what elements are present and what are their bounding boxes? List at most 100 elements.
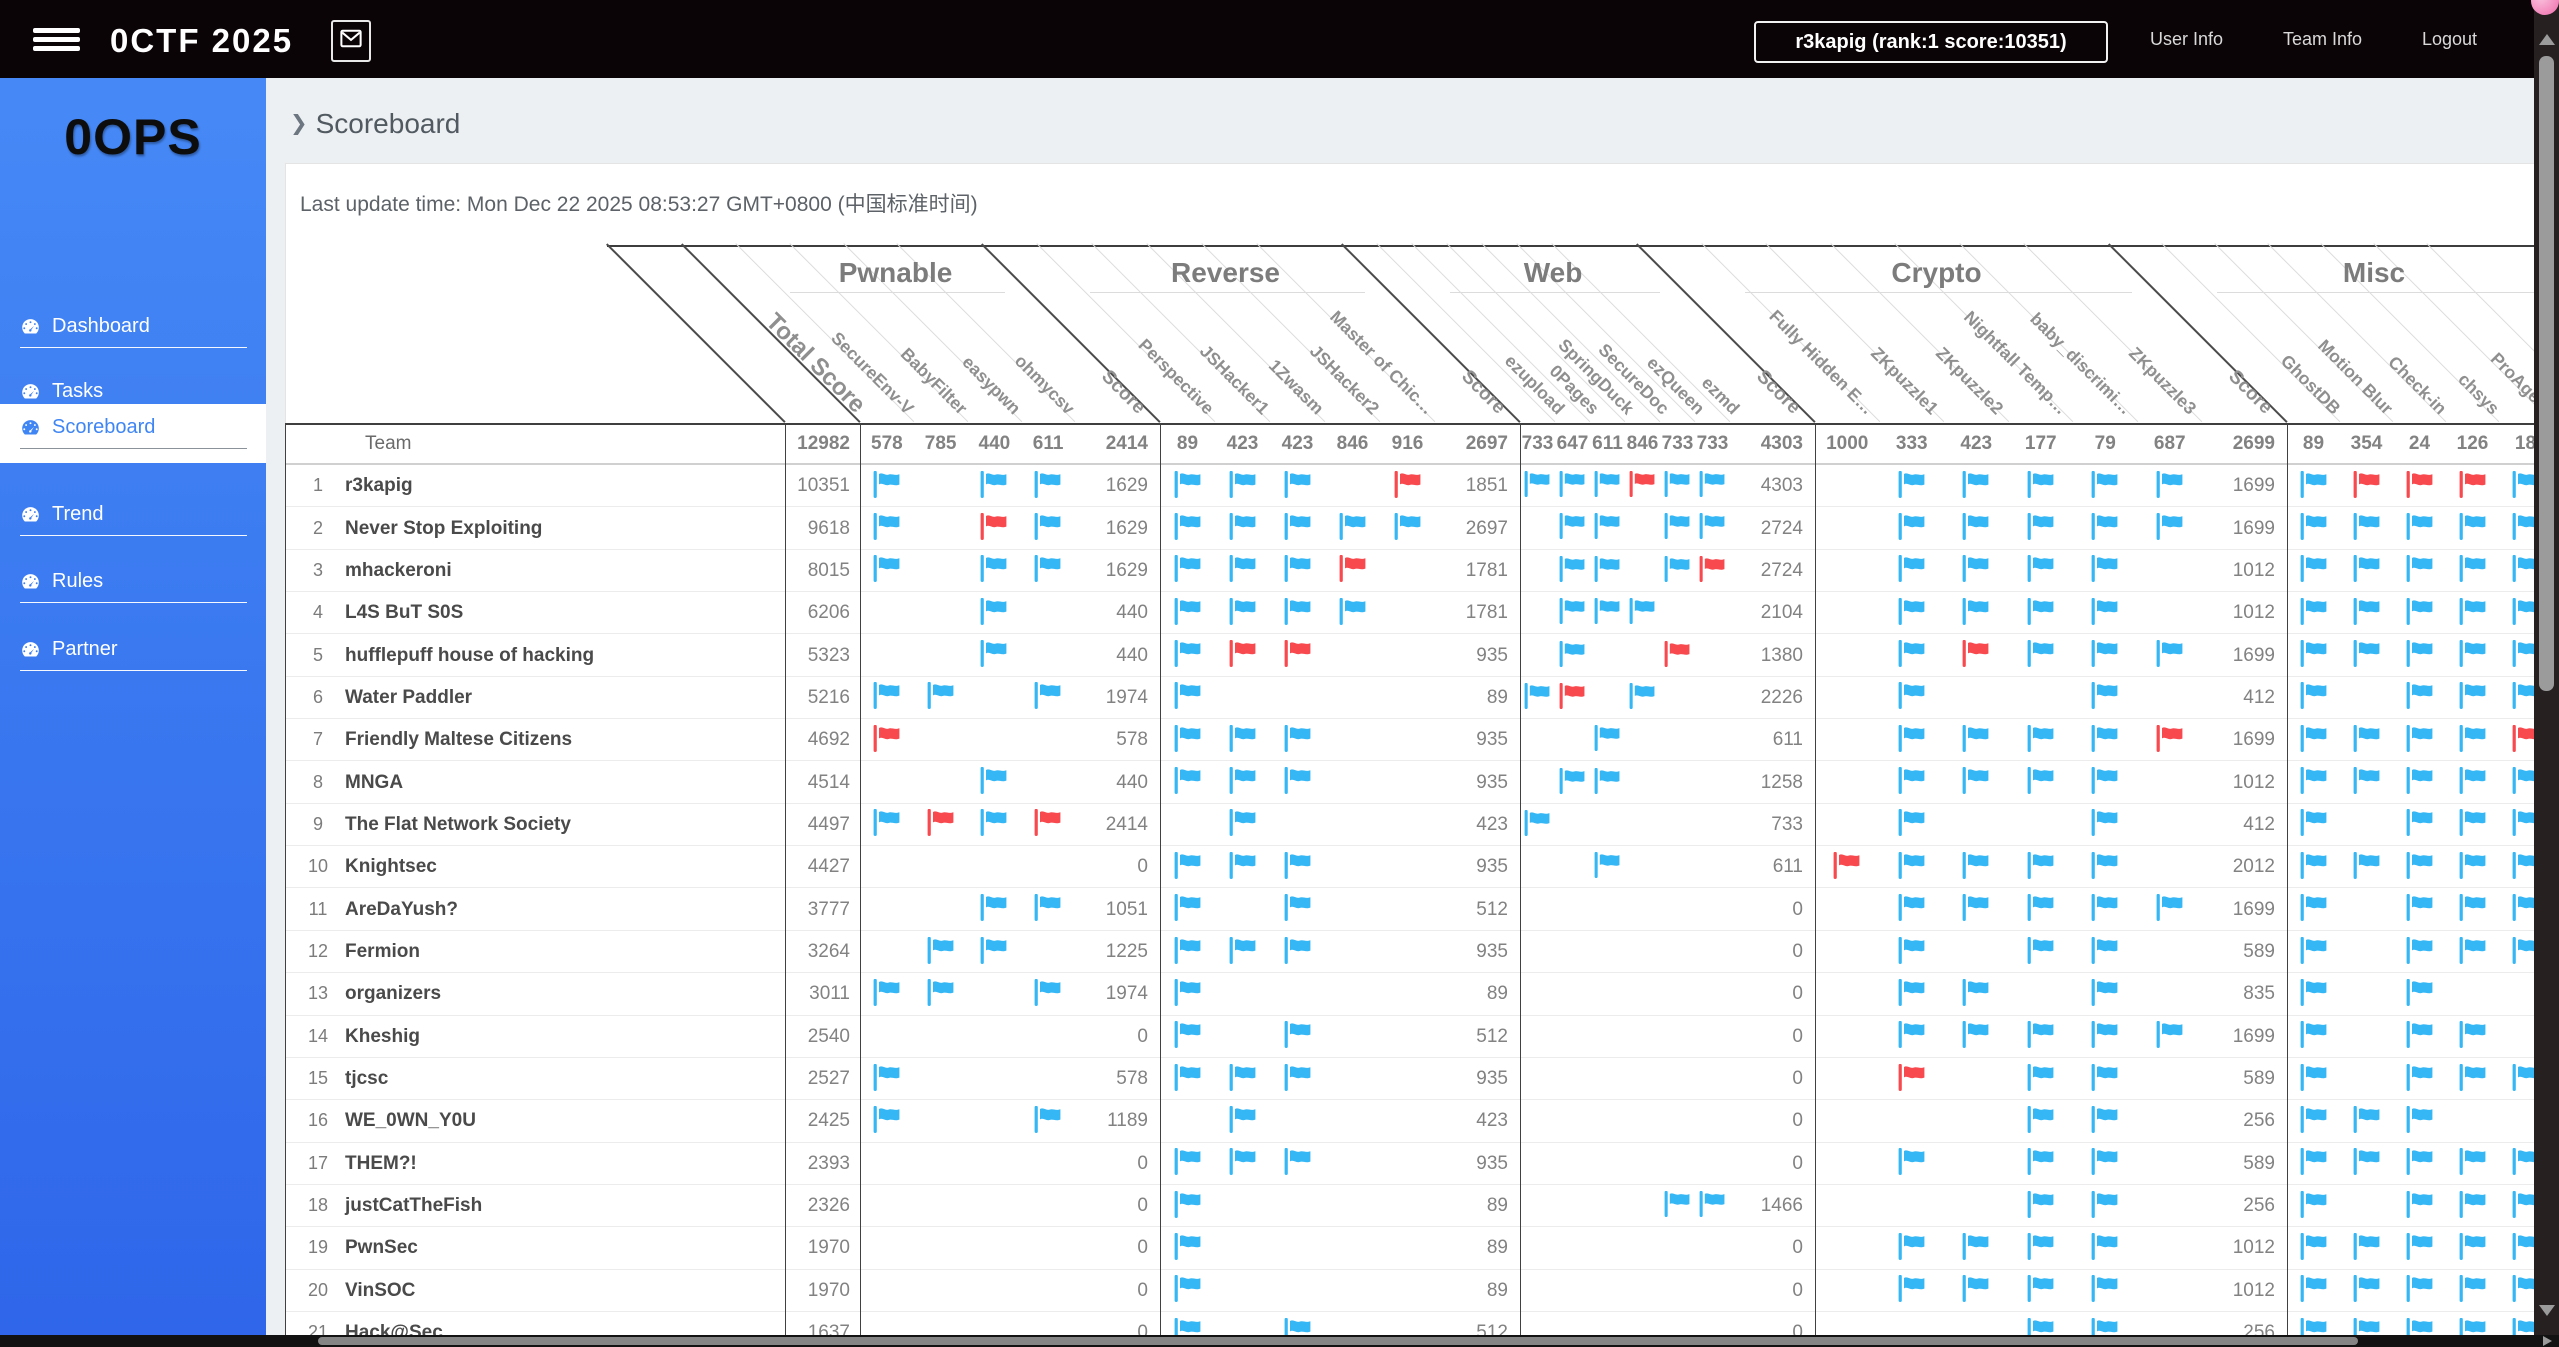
first-blood-flag-icon <box>1698 556 1727 587</box>
solved-flag-icon <box>1961 1021 1991 1053</box>
scroll-right-icon[interactable] <box>2543 1336 2552 1346</box>
solved-flag-icon <box>1173 725 1203 757</box>
horizontal-scrollbar[interactable] <box>0 1335 2559 1347</box>
sidebar-item-label: Partner <box>52 638 118 661</box>
solved-flag-icon <box>1228 767 1258 799</box>
sidebar-item-rules[interactable]: Rules <box>0 558 266 617</box>
category-score-cell: 1629 <box>1106 560 1148 582</box>
table-row <box>285 973 2559 1015</box>
solved-flag-icon <box>1173 767 1203 799</box>
rank-cell: 6 <box>313 687 323 708</box>
category-score-cell: 935 <box>1476 645 1508 667</box>
first-blood-flag-icon <box>1663 641 1692 672</box>
rank-cell: 17 <box>308 1153 328 1174</box>
solved-flag-icon <box>872 513 902 545</box>
first-blood-flag-icon <box>872 725 902 757</box>
sidebar-item-trend[interactable]: Trend <box>0 491 266 550</box>
first-blood-flag-icon <box>979 513 1009 545</box>
solved-flag-icon <box>1033 682 1063 714</box>
solved-flag-icon <box>2352 598 2382 630</box>
solved-flag-icon <box>2026 1191 2056 1223</box>
category-score-cell: 423 <box>1476 1110 1508 1132</box>
table-row <box>285 677 2559 719</box>
challenge-points: 1000 <box>1826 433 1868 455</box>
solved-flag-icon <box>2299 1106 2329 1138</box>
category-score-cell: 0 <box>1792 1068 1803 1090</box>
table-row <box>285 1227 2559 1269</box>
solved-flag-icon <box>1628 683 1657 714</box>
solved-flag-icon <box>1698 513 1727 544</box>
solved-flag-icon <box>1228 513 1258 545</box>
solved-flag-icon <box>1961 1275 1991 1307</box>
solved-flag-icon <box>1628 598 1657 629</box>
solved-flag-icon <box>1897 513 1927 545</box>
horizontal-scrollbar-thumb[interactable] <box>318 1337 2358 1345</box>
solved-flag-icon <box>2026 640 2056 672</box>
solved-flag-icon <box>1173 1064 1203 1096</box>
column-divider <box>1815 423 1816 1335</box>
first-blood-flag-icon <box>1393 471 1423 503</box>
solved-flag-icon <box>1228 725 1258 757</box>
mail-button[interactable] <box>331 20 371 62</box>
team-name: Friendly Maltese Citizens <box>345 729 572 751</box>
category-score-cell: 1380 <box>1761 645 1803 667</box>
category-score-cell: 0 <box>1792 1026 1803 1048</box>
solved-flag-icon <box>1033 555 1063 587</box>
solved-flag-icon <box>2405 894 2435 926</box>
sidebar-item-label: Trend <box>52 503 104 526</box>
nav-team-info[interactable]: Team Info <box>2283 0 2362 78</box>
total-score-cell: 5216 <box>808 687 850 709</box>
rank-cell: 7 <box>313 729 323 750</box>
sidebar-item-dashboard[interactable]: Dashboard <box>0 303 266 362</box>
sidebar-item-scoreboard[interactable]: Scoreboard <box>0 404 266 463</box>
challenge-points: 733 <box>1522 433 1554 455</box>
team-name: MNGA <box>345 772 403 794</box>
total-score-cell: 3777 <box>808 899 850 921</box>
challenge-points: 423 <box>1282 433 1314 455</box>
sidebar-item-partner[interactable]: Partner <box>0 626 266 685</box>
category-score-cell: 611 <box>1773 729 1803 751</box>
solved-flag-icon <box>2458 1191 2488 1223</box>
category-score-cell: 0 <box>1137 856 1148 878</box>
category-score-cell: 2226 <box>1761 687 1803 709</box>
solved-flag-icon <box>2090 809 2120 841</box>
category-score-cell: 423 <box>1476 814 1508 836</box>
team-name: Knightsec <box>345 856 437 878</box>
rank-cell: 4 <box>313 602 323 623</box>
solved-flag-icon <box>1698 1191 1727 1222</box>
first-blood-flag-icon <box>1033 809 1063 841</box>
scroll-up-icon[interactable] <box>2539 34 2555 45</box>
category-score-cell: 1225 <box>1106 941 1148 963</box>
solved-flag-icon <box>979 937 1009 969</box>
total-score-cell: 5323 <box>808 645 850 667</box>
scroll-down-icon[interactable] <box>2539 1305 2555 1316</box>
category-score-cell: 1189 <box>1107 1110 1148 1132</box>
first-blood-flag-icon <box>2155 725 2185 757</box>
rank-cell: 5 <box>313 645 323 666</box>
nav-logout[interactable]: Logout <box>2422 0 2477 78</box>
hamburger-menu-icon[interactable] <box>33 28 80 52</box>
last-update-time: Last update time: Mon Dec 22 2025 08:53:… <box>300 188 978 218</box>
solved-flag-icon <box>1961 894 1991 926</box>
first-blood-flag-icon <box>1897 1064 1927 1096</box>
category-score-cell: 1974 <box>1106 983 1148 1005</box>
category-score-cell: 256 <box>2243 1195 2275 1217</box>
solved-flag-icon <box>1173 598 1203 630</box>
challenge-points: 333 <box>1896 433 1928 455</box>
vertical-scrollbar-thumb[interactable] <box>2539 56 2554 691</box>
nav-user-info[interactable]: User Info <box>2150 0 2223 78</box>
solved-flag-icon <box>2405 682 2435 714</box>
category-title-pwnable: Pwnable <box>839 257 953 289</box>
vertical-scrollbar[interactable] <box>2534 0 2559 1335</box>
solved-flag-icon <box>1228 471 1258 503</box>
solved-flag-icon <box>1961 1233 1991 1265</box>
solved-flag-icon <box>2405 1021 2435 1053</box>
rank-cell: 2 <box>313 518 323 539</box>
solved-flag-icon <box>872 979 902 1011</box>
solved-flag-icon <box>2405 1148 2435 1180</box>
category-score-cell: 1629 <box>1106 518 1148 540</box>
solved-flag-icon <box>1558 513 1587 544</box>
category-underline <box>1745 292 2132 293</box>
solved-flag-icon <box>2299 640 2329 672</box>
team-name: L4S BuT S0S <box>345 602 463 624</box>
